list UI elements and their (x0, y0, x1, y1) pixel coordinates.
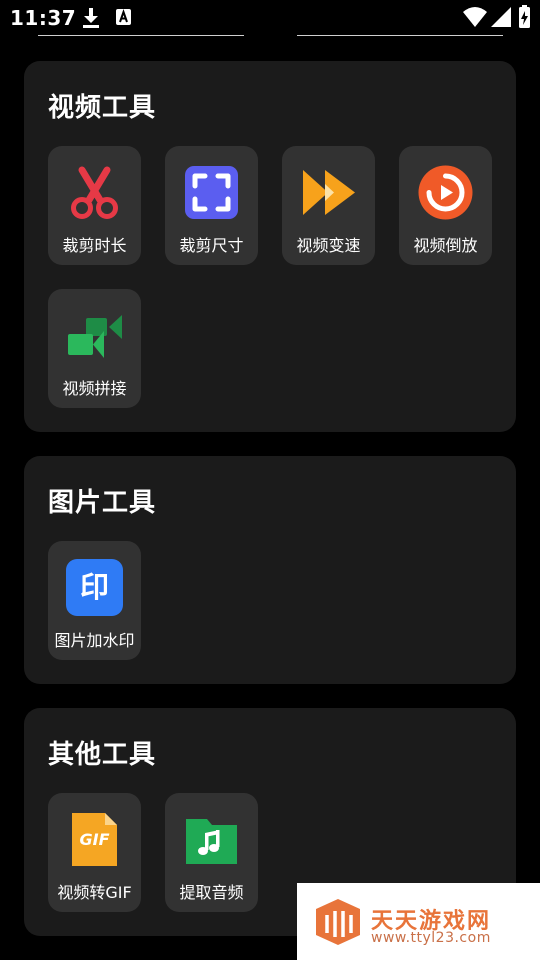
music-folder-icon (186, 819, 237, 864)
tool-trim-duration[interactable]: 裁剪时长 (48, 146, 141, 265)
scissors-icon (71, 166, 118, 219)
tool-label: 视频变速 (296, 236, 361, 255)
fast-forward-icon (303, 170, 355, 215)
tool-video-merge[interactable]: 视频拼接 (48, 289, 141, 408)
video-tools-card: 视频工具 裁剪时长 裁剪尺寸 视频变速 视频倒放 视频拼接 (24, 61, 516, 432)
tab-indicator-right (297, 35, 503, 36)
download-icon (83, 8, 99, 28)
stamp-glyph: 印 (79, 570, 109, 604)
section-title: 视频工具 (48, 93, 157, 123)
battery-charging-icon (519, 5, 530, 28)
tab-indicator-left (38, 35, 244, 36)
tool-label: 图片加水印 (54, 631, 135, 650)
tool-reverse-play[interactable]: 视频倒放 (399, 146, 492, 265)
cellular-signal-icon (491, 7, 511, 27)
watermark-url: www.ttyl23.com (371, 930, 491, 946)
tool-crop-size[interactable]: 裁剪尺寸 (165, 146, 258, 265)
tool-label: 提取音频 (179, 883, 244, 902)
tool-label: 裁剪时长 (62, 236, 127, 255)
status-bar: 11:37 (0, 0, 540, 36)
tool-label: 视频转GIF (57, 883, 132, 902)
image-tools-card: 图片工具 印 图片加水印 (24, 456, 516, 684)
section-title: 图片工具 (48, 488, 157, 518)
gif-file-icon: GIF (66, 811, 123, 868)
font-a-icon (116, 8, 131, 25)
wifi-icon (463, 7, 487, 27)
video-merge-icon (68, 315, 122, 358)
site-watermark: 天天游戏网 www.ttyl23.com (297, 883, 540, 960)
status-time: 11:37 (10, 6, 77, 30)
watermark-logo-icon (316, 899, 360, 945)
tool-label: 视频倒放 (413, 236, 478, 255)
tool-label: 裁剪尺寸 (179, 236, 244, 255)
section-title: 其他工具 (48, 740, 157, 770)
reverse-play-icon (418, 165, 473, 220)
tool-extract-audio[interactable]: 提取音频 (165, 793, 258, 912)
crop-frame-icon (185, 166, 238, 219)
gif-glyph: GIF (79, 830, 110, 849)
tool-image-watermark[interactable]: 印 图片加水印 (48, 541, 141, 660)
tool-speed-change[interactable]: 视频变速 (282, 146, 375, 265)
stamp-icon: 印 (66, 559, 123, 616)
tool-label: 视频拼接 (62, 379, 127, 398)
tool-video-to-gif[interactable]: GIF 视频转GIF (48, 793, 141, 912)
